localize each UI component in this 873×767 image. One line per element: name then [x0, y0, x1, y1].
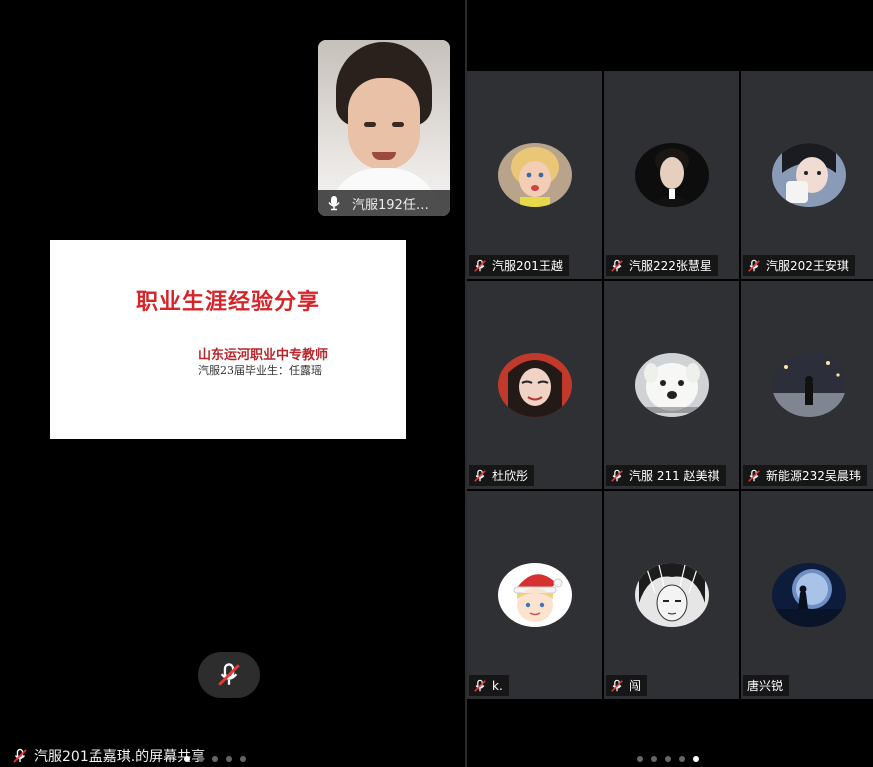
- page-dot[interactable]: [637, 756, 643, 762]
- participant-name-bar: 汽服202王安琪: [743, 255, 855, 276]
- mic-icon: [326, 195, 342, 211]
- muted-mic-icon: [473, 469, 487, 483]
- muted-mic-icon: [216, 662, 242, 688]
- muted-mic-icon: [610, 679, 624, 693]
- participant-name-bar: 杜欣彤: [469, 465, 535, 486]
- participant-tile[interactable]: 汽服222张慧星: [604, 71, 739, 279]
- participant-panel: 汽服201王越 汽服222张慧星 汽服202王安琪杜欣彤 汽服 211 赵美祺 新能源2…: [467, 0, 873, 767]
- participant-tile[interactable]: 新能源232吴晨玮: [741, 281, 873, 489]
- self-view-name: 汽服192任…: [352, 197, 429, 213]
- shared-slide: 职业生涯经验分享 山东运河职业中专教师 汽服23届毕业生：任露瑶: [50, 240, 406, 439]
- participant-avatar: [635, 353, 709, 417]
- participant-tile[interactable]: 闯: [604, 491, 739, 699]
- participant-avatar: [635, 143, 709, 207]
- slide-subtitle: 山东运河职业中专教师: [198, 348, 329, 363]
- participant-name: 汽服222张慧星: [629, 259, 712, 273]
- participant-name: 汽服 211 赵美祺: [629, 469, 720, 483]
- self-view-name-bar: 汽服192任…: [318, 190, 450, 216]
- participant-tile[interactable]: 汽服 211 赵美祺: [604, 281, 739, 489]
- page-dot[interactable]: [184, 756, 190, 762]
- page-dot[interactable]: [679, 756, 685, 762]
- participant-tile[interactable]: 汽服202王安琪: [741, 71, 873, 279]
- participant-name-bar: 唐兴锐: [743, 675, 790, 696]
- participant-tile[interactable]: 杜欣彤: [467, 281, 602, 489]
- muted-mic-icon: [473, 259, 487, 273]
- participant-name: k.: [492, 678, 503, 693]
- muted-mic-icon: [747, 469, 761, 483]
- participant-name-bar: 汽服 211 赵美祺: [606, 465, 726, 486]
- participant-name: 新能源232吴晨玮: [766, 469, 861, 483]
- participant-name: 汽服202王安琪: [766, 259, 849, 273]
- participant-avatar: [498, 353, 572, 417]
- slide-title: 职业生涯经验分享: [135, 289, 320, 315]
- participant-grid: 汽服201王越 汽服222张慧星 汽服202王安琪杜欣彤 汽服 211 赵美祺 新能源2…: [467, 71, 873, 700]
- page-dot[interactable]: [226, 756, 232, 762]
- participant-name: 唐兴锐: [747, 679, 784, 693]
- participant-avatar: [635, 563, 709, 627]
- participant-avatar: [772, 143, 846, 207]
- screen-share-label: 汽服201孟嘉琪.的屏幕共享: [12, 746, 205, 766]
- page-dot[interactable]: [198, 756, 204, 762]
- participant-name-bar: 汽服222张慧星: [606, 255, 718, 276]
- participant-avatar: [498, 143, 572, 207]
- muted-mic-icon: [610, 259, 624, 273]
- slide-graduate-line: 汽服23届毕业生：任露瑶: [198, 364, 322, 377]
- muted-mic-icon: [473, 679, 487, 693]
- participant-name-bar: 汽服201王越: [469, 255, 569, 276]
- screen-share-text: 汽服201孟嘉琪.的屏幕共享: [34, 749, 206, 765]
- participant-name: 汽服201王越: [492, 259, 563, 273]
- participant-name: 杜欣彤: [492, 469, 529, 483]
- page-indicator-left[interactable]: [184, 756, 246, 762]
- muted-mic-icon: [747, 259, 761, 273]
- self-view-tile[interactable]: 汽服192任…: [318, 40, 450, 216]
- page-dot[interactable]: [651, 756, 657, 762]
- page-dot[interactable]: [212, 756, 218, 762]
- screen-share-panel: 汽服192任… 职业生涯经验分享 山东运河职业中专教师 汽服23届毕业生：任露瑶…: [0, 0, 465, 767]
- mute-toggle-button[interactable]: [198, 652, 260, 698]
- page-dot[interactable]: [693, 756, 699, 762]
- participant-avatar: [772, 353, 846, 417]
- participant-avatar: [498, 563, 572, 627]
- muted-mic-icon: [610, 469, 624, 483]
- muted-mic-icon: [12, 748, 28, 764]
- participant-name: 闯: [629, 679, 642, 693]
- participant-avatar: [772, 563, 846, 627]
- participant-tile[interactable]: 汽服201王越: [467, 71, 602, 279]
- participant-tile[interactable]: k.: [467, 491, 602, 699]
- page-dot[interactable]: [665, 756, 671, 762]
- participant-name-bar: 闯: [606, 675, 648, 696]
- page-indicator-right[interactable]: [637, 756, 699, 762]
- participant-name-bar: k.: [469, 675, 509, 696]
- participant-tile[interactable]: 唐兴锐: [741, 491, 873, 699]
- page-dot[interactable]: [240, 756, 246, 762]
- participant-name-bar: 新能源232吴晨玮: [743, 465, 867, 486]
